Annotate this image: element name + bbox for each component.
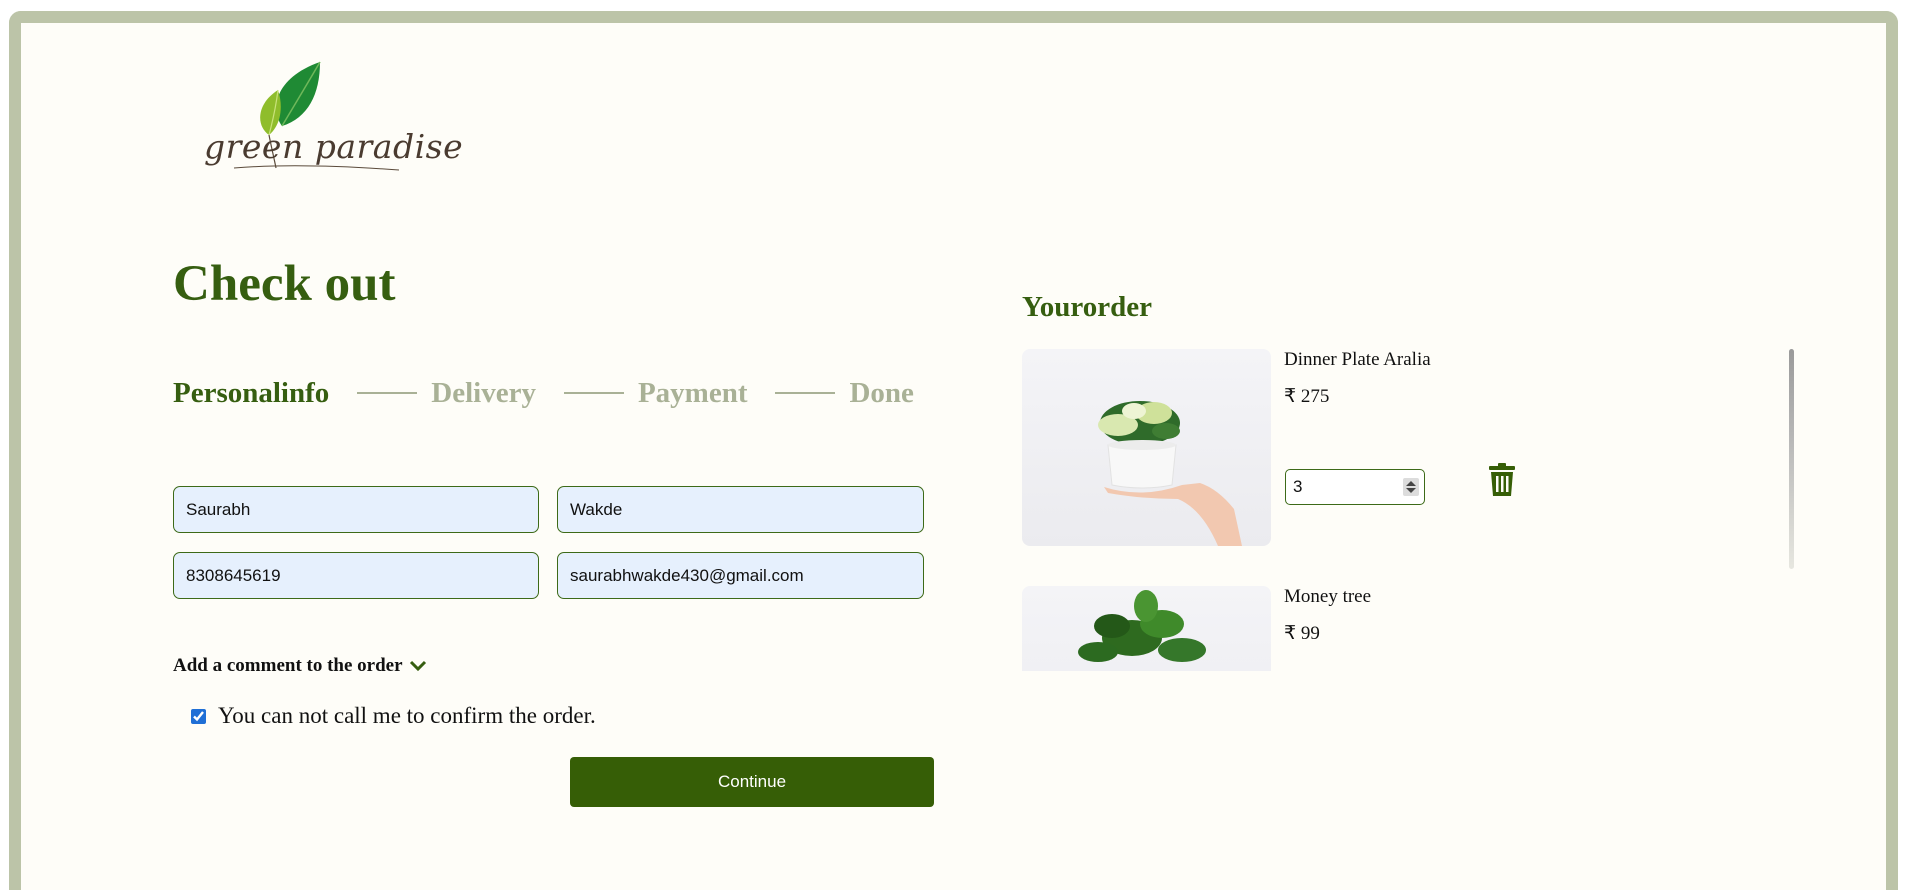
step-payment[interactable]: Payment bbox=[638, 377, 748, 410]
page-frame: green paradise Check out Personalinfo De… bbox=[9, 11, 1898, 890]
step-divider bbox=[775, 392, 836, 394]
order-list-scrollbar[interactable] bbox=[1789, 349, 1794, 569]
trash-icon[interactable] bbox=[1488, 463, 1516, 497]
item-price: ₹ 275 bbox=[1284, 386, 1330, 407]
add-comment-label: Add a comment to the order bbox=[173, 655, 403, 676]
no-call-label: You can not call me to confirm the order… bbox=[218, 703, 596, 728]
step-delivery[interactable]: Delivery bbox=[431, 377, 536, 410]
step-done[interactable]: Done bbox=[849, 377, 913, 410]
order-item: Money tree ₹ 99 bbox=[1022, 586, 1762, 671]
continue-button[interactable]: Continue bbox=[570, 757, 934, 807]
product-image bbox=[1022, 586, 1271, 671]
logo-text: green paradise bbox=[204, 127, 464, 166]
spinner-arrows-icon[interactable] bbox=[1403, 478, 1419, 496]
add-comment-toggle[interactable]: Add a comment to the order bbox=[173, 655, 427, 677]
step-divider bbox=[563, 392, 624, 394]
quantity-stepper[interactable]: 3 bbox=[1285, 469, 1425, 505]
step-personal-info[interactable]: Personalinfo bbox=[173, 377, 329, 410]
item-price: ₹ 99 bbox=[1284, 623, 1320, 644]
phone-input[interactable] bbox=[173, 552, 539, 599]
quantity-value: 3 bbox=[1293, 477, 1303, 496]
no-call-checkbox[interactable] bbox=[191, 708, 206, 724]
page-title: Check out bbox=[173, 256, 396, 312]
no-call-confirm[interactable]: You can not call me to confirm the order… bbox=[191, 703, 596, 729]
item-name: Money tree bbox=[1284, 586, 1372, 607]
product-image bbox=[1022, 349, 1271, 546]
item-name: Dinner Plate Aralia bbox=[1284, 349, 1431, 370]
order-title: Yourorder bbox=[1022, 291, 1152, 323]
step-divider bbox=[357, 392, 418, 394]
checkout-steps: Personalinfo Delivery Payment Done bbox=[173, 375, 914, 411]
chevron-down-icon bbox=[409, 660, 426, 672]
email-input[interactable] bbox=[557, 552, 924, 599]
first-name-input[interactable] bbox=[173, 486, 539, 533]
last-name-input[interactable] bbox=[557, 486, 924, 533]
brand-logo[interactable]: green paradise bbox=[174, 50, 463, 180]
order-list[interactable]: Dinner Plate Aralia ₹ 275 3 Money tree ₹… bbox=[1022, 349, 1792, 671]
order-item: Dinner Plate Aralia ₹ 275 3 bbox=[1022, 349, 1762, 546]
